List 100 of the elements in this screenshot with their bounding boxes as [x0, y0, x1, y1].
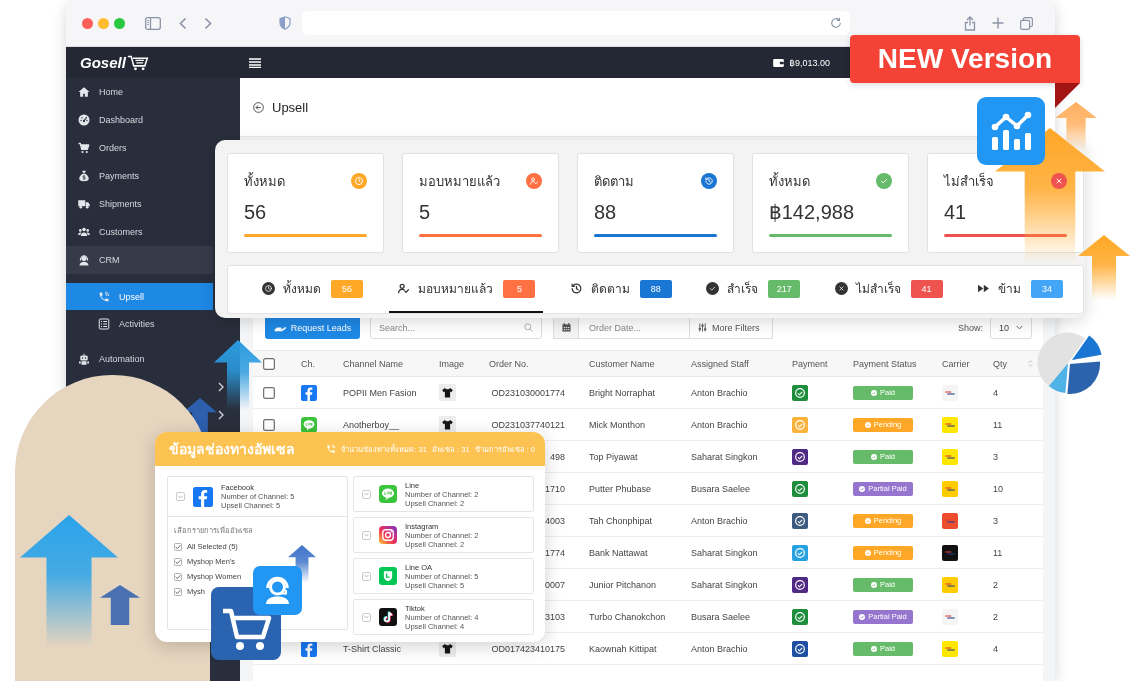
table-cell: Anton Brachio — [691, 643, 748, 654]
chevron-down-icon — [1016, 325, 1023, 330]
status-tab[interactable]: ข้าม 34 — [968, 266, 1071, 313]
checkbox[interactable] — [174, 542, 182, 551]
table-cell: Top Piyawat — [589, 451, 638, 462]
tick-circle-icon — [871, 389, 877, 396]
table-cell: Turbo Chanokchon — [589, 611, 666, 622]
headset-person-icon — [78, 254, 90, 266]
table-cell: Anotherboy__ — [343, 419, 400, 430]
popup-title: ข้อมูลช่องทางอัพเซล — [169, 440, 295, 460]
status-tab[interactable]: ติดตาม 88 — [561, 266, 680, 313]
tabs-icon[interactable] — [1020, 16, 1033, 30]
status-tab[interactable]: สำเร็จ 217 — [698, 266, 809, 313]
zoom-window-icon[interactable] — [114, 17, 125, 29]
table-cell: 3103 — [544, 611, 565, 622]
chevron-left-icon[interactable] — [179, 16, 187, 30]
wallet-balance[interactable]: ฿9,013.00 — [789, 57, 830, 68]
table-cell: Mick Monthon — [589, 419, 646, 430]
table-cell: 10 — [993, 483, 1003, 494]
table-cell: Tah Chonphipat — [589, 515, 653, 526]
plus-icon[interactable] — [992, 17, 1004, 29]
checkbox[interactable] — [263, 418, 275, 431]
count-badge: 5 — [503, 279, 536, 298]
expand-toggle[interactable] — [362, 530, 371, 540]
new-version-ribbon: NEW Version — [850, 35, 1080, 83]
page-title: Upsell — [272, 99, 309, 115]
status-tab[interactable]: มอบหมายแล้ว 5 — [389, 266, 544, 313]
menu-icon[interactable] — [249, 57, 261, 68]
expand-toggle[interactable] — [362, 489, 371, 499]
support-agent-icon — [253, 566, 302, 615]
tick-circle-icon — [864, 517, 871, 524]
sidebar-item[interactable]: Automation — [66, 345, 213, 373]
chevron-down-icon — [364, 492, 369, 496]
table-cell: Busara Saelee — [691, 483, 751, 494]
column-header: Channel Name — [343, 358, 404, 369]
table-cell: Busara Saelee — [691, 611, 751, 622]
expand-toggle[interactable] — [176, 492, 185, 501]
reload-icon[interactable] — [830, 17, 842, 29]
count-badge: 34 — [1030, 279, 1063, 298]
table-cell: 3 — [993, 515, 998, 526]
sidebar-item[interactable]: Upsell — [66, 283, 213, 310]
more-filters-button[interactable]: More Filters — [690, 316, 773, 339]
card-value: 5 — [419, 200, 432, 224]
checkbox[interactable] — [174, 572, 182, 581]
card-value: 88 — [594, 200, 618, 224]
checkbox[interactable] — [263, 386, 275, 399]
sidebar-item[interactable]: Shipments — [66, 190, 213, 218]
table-cell: Kaownah Kittipat — [589, 643, 657, 654]
sidebar-item[interactable]: Dashboard — [66, 106, 213, 134]
clock-icon — [351, 173, 367, 189]
card-title: ทั้งหมด — [244, 171, 285, 191]
search-input[interactable]: Search... — [379, 322, 524, 333]
instagram-icon — [379, 526, 397, 544]
minimize-window-icon[interactable] — [98, 17, 109, 29]
sidebar-item[interactable]: Orders — [66, 134, 213, 162]
user-check-icon — [397, 282, 411, 295]
back-icon[interactable] — [253, 101, 264, 113]
checkbox[interactable] — [263, 357, 275, 370]
status-tab[interactable]: ทั้งหมด 56 — [254, 266, 371, 313]
table-cell: T-Shirt Classic — [343, 643, 401, 654]
expand-toggle[interactable] — [362, 571, 371, 581]
history-icon — [701, 173, 717, 189]
sidebar-item[interactable]: Customers — [66, 218, 213, 246]
check-circle-icon — [706, 282, 720, 295]
sidebar-item[interactable]: Payments — [66, 162, 213, 190]
chevron-right-icon[interactable] — [218, 410, 224, 420]
column-header: Qty — [993, 358, 1007, 369]
chevron-right-icon[interactable] — [218, 382, 224, 392]
page-size-select[interactable]: 10 — [990, 316, 1032, 339]
sidebar-item[interactable]: CRM — [66, 246, 213, 274]
tick-circle-icon — [871, 453, 877, 460]
table-cell: 2 — [993, 611, 998, 622]
tick-circle-icon — [864, 549, 871, 556]
chevron-down-icon — [364, 574, 369, 578]
status-tab[interactable]: ไม่สำเร็จ 41 — [826, 266, 951, 313]
table-cell: 11 — [993, 419, 1003, 430]
sidebar-toggle-icon[interactable] — [145, 16, 161, 30]
ribbon-fold-icon — [1055, 83, 1080, 108]
close-window-icon[interactable] — [82, 17, 93, 29]
expand-toggle[interactable] — [362, 612, 371, 622]
sidebar-item[interactable]: Home — [66, 78, 213, 106]
column-header: Carrier — [942, 358, 970, 369]
phone-icon — [326, 444, 337, 454]
brand-logo[interactable]: Gosell — [80, 54, 126, 71]
shield-icon — [279, 16, 291, 30]
line-oa-icon — [379, 567, 397, 585]
checkbox[interactable] — [174, 557, 182, 566]
table-cell: Saharat Singkon — [691, 579, 758, 590]
column-header: Payment — [792, 358, 828, 369]
table-cell: 2 — [993, 579, 998, 590]
checkbox[interactable] — [174, 587, 182, 596]
sidebar-item[interactable]: Activities — [66, 310, 213, 337]
table-cell: Saharat Singkon — [691, 451, 758, 462]
date-input[interactable]: Order Date... — [589, 322, 689, 333]
table-cell: OD017423410175 — [491, 643, 565, 654]
share-icon[interactable] — [964, 15, 976, 31]
request-leads-button[interactable]: Request Leads — [265, 316, 360, 339]
phone-icon — [98, 290, 110, 303]
chevron-down-icon — [178, 494, 183, 499]
filter-sliders-icon — [698, 323, 707, 332]
